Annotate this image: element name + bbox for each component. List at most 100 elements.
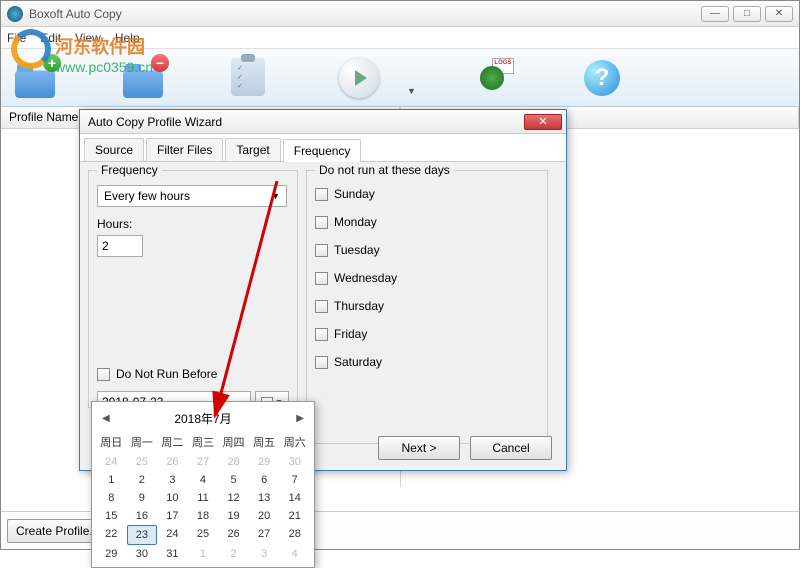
calendar-day[interactable]: 27 <box>249 525 280 545</box>
calendar-day[interactable]: 6 <box>249 471 280 489</box>
calendar-day[interactable]: 30 <box>279 453 310 471</box>
calendar-day[interactable]: 18 <box>188 507 219 525</box>
monday-checkbox[interactable] <box>315 216 328 229</box>
calendar-day[interactable]: 5 <box>218 471 249 489</box>
clipboard-icon <box>231 58 265 96</box>
calendar-day[interactable]: 31 <box>157 545 188 563</box>
calendar-dow: 周五 <box>249 431 280 453</box>
tab-filter-files[interactable]: Filter Files <box>146 138 223 161</box>
wednesday-label: Wednesday <box>334 271 397 285</box>
tuesday-checkbox[interactable] <box>315 244 328 257</box>
globe-icon <box>480 66 504 90</box>
run-button[interactable] <box>339 58 387 98</box>
tab-frequency[interactable]: Frequency <box>283 139 362 162</box>
calendar-day[interactable]: 21 <box>279 507 310 525</box>
calendar-day[interactable]: 3 <box>249 545 280 563</box>
calendar-day[interactable]: 13 <box>249 489 280 507</box>
calendar-dow: 周四 <box>218 431 249 453</box>
calendar-day[interactable]: 2 <box>127 471 158 489</box>
thursday-checkbox[interactable] <box>315 300 328 313</box>
calendar-day[interactable]: 16 <box>127 507 158 525</box>
calendar-prev-button[interactable]: ◀ <box>102 413 110 424</box>
frequency-combo[interactable]: Every few hours ▼ <box>97 185 287 207</box>
dialog-tabs: Source Filter Files Target Frequency <box>80 134 566 162</box>
maximize-button[interactable]: □ <box>733 6 761 22</box>
calendar-day[interactable]: 29 <box>249 453 280 471</box>
calendar-popup: ◀ 2018年7月 ▶ 周日周一周二周三周四周五周六24252627282930… <box>91 401 315 568</box>
calendar-day[interactable]: 17 <box>157 507 188 525</box>
app-icon <box>7 6 23 22</box>
play-icon <box>339 58 379 98</box>
calendar-day[interactable]: 29 <box>96 545 127 563</box>
calendar-day[interactable]: 14 <box>279 489 310 507</box>
dialog-close-button[interactable]: ✕ <box>524 114 562 130</box>
calendar-day[interactable]: 11 <box>188 489 219 507</box>
close-button[interactable]: ✕ <box>765 6 793 22</box>
calendar-day[interactable]: 26 <box>218 525 249 545</box>
calendar-dow: 周日 <box>96 431 127 453</box>
calendar-day[interactable]: 8 <box>96 489 127 507</box>
dialog-title: Auto Copy Profile Wizard <box>84 115 524 129</box>
calendar-day[interactable]: 26 <box>157 453 188 471</box>
help-button[interactable]: ? <box>584 60 620 96</box>
tab-source[interactable]: Source <box>84 138 144 161</box>
exclude-days-group: Do not run at these days Sunday Monday T… <box>306 170 548 444</box>
tuesday-label: Tuesday <box>334 243 380 257</box>
calendar-day[interactable]: 25 <box>127 453 158 471</box>
dialog-titlebar: Auto Copy Profile Wizard ✕ <box>80 110 566 134</box>
frequency-group-label: Frequency <box>97 163 162 177</box>
watermark: 河东软件园 www.pc0359.cn <box>7 25 55 76</box>
checklist-button[interactable] <box>231 58 279 98</box>
chevron-down-icon: ▼ <box>271 191 280 201</box>
sunday-checkbox[interactable] <box>315 188 328 201</box>
calendar-day[interactable]: 22 <box>96 525 127 545</box>
run-dropdown-arrow-icon[interactable]: ▼ <box>407 86 416 106</box>
frequency-group: Frequency Every few hours ▼ Hours: Do No… <box>88 170 298 408</box>
window-title: Boxoft Auto Copy <box>29 7 701 21</box>
calendar-day[interactable]: 1 <box>96 471 127 489</box>
next-button[interactable]: Next > <box>378 436 460 460</box>
thursday-label: Thursday <box>334 299 384 313</box>
calendar-day[interactable]: 4 <box>279 545 310 563</box>
calendar-day[interactable]: 4 <box>188 471 219 489</box>
calendar-next-button[interactable]: ▶ <box>296 413 304 424</box>
saturday-checkbox[interactable] <box>315 356 328 369</box>
calendar-day[interactable]: 10 <box>157 489 188 507</box>
calendar-day[interactable]: 2 <box>218 545 249 563</box>
tab-target[interactable]: Target <box>225 138 280 161</box>
calendar-day[interactable]: 15 <box>96 507 127 525</box>
calendar-day[interactable]: 9 <box>127 489 158 507</box>
calendar-day[interactable]: 19 <box>218 507 249 525</box>
sunday-label: Sunday <box>334 187 375 201</box>
minus-icon: − <box>151 54 169 72</box>
calendar-dow: 周六 <box>279 431 310 453</box>
frequency-combo-value: Every few hours <box>104 189 190 203</box>
monday-label: Monday <box>334 215 377 229</box>
do-not-run-before-checkbox[interactable] <box>97 368 110 381</box>
do-not-run-before-label: Do Not Run Before <box>116 367 217 381</box>
logs-button[interactable]: LOGS <box>476 58 524 98</box>
calendar-day[interactable]: 23 <box>127 525 158 545</box>
watermark-url: www.pc0359.cn <box>55 59 153 75</box>
calendar-day[interactable]: 24 <box>96 453 127 471</box>
friday-checkbox[interactable] <box>315 328 328 341</box>
minimize-button[interactable]: — <box>701 6 729 22</box>
calendar-day[interactable]: 20 <box>249 507 280 525</box>
calendar-dow: 周一 <box>127 431 158 453</box>
calendar-month-label[interactable]: 2018年7月 <box>174 410 231 427</box>
calendar-day[interactable]: 1 <box>188 545 219 563</box>
calendar-day[interactable]: 28 <box>218 453 249 471</box>
calendar-dow: 周二 <box>157 431 188 453</box>
calendar-day[interactable]: 7 <box>279 471 310 489</box>
calendar-day[interactable]: 28 <box>279 525 310 545</box>
calendar-day[interactable]: 3 <box>157 471 188 489</box>
calendar-day[interactable]: 12 <box>218 489 249 507</box>
hours-input[interactable] <box>97 235 143 257</box>
wednesday-checkbox[interactable] <box>315 272 328 285</box>
cancel-button[interactable]: Cancel <box>470 436 552 460</box>
calendar-day[interactable]: 25 <box>188 525 219 545</box>
watermark-logo-icon <box>7 25 55 73</box>
calendar-day[interactable]: 24 <box>157 525 188 545</box>
calendar-day[interactable]: 27 <box>188 453 219 471</box>
calendar-day[interactable]: 30 <box>127 545 158 563</box>
